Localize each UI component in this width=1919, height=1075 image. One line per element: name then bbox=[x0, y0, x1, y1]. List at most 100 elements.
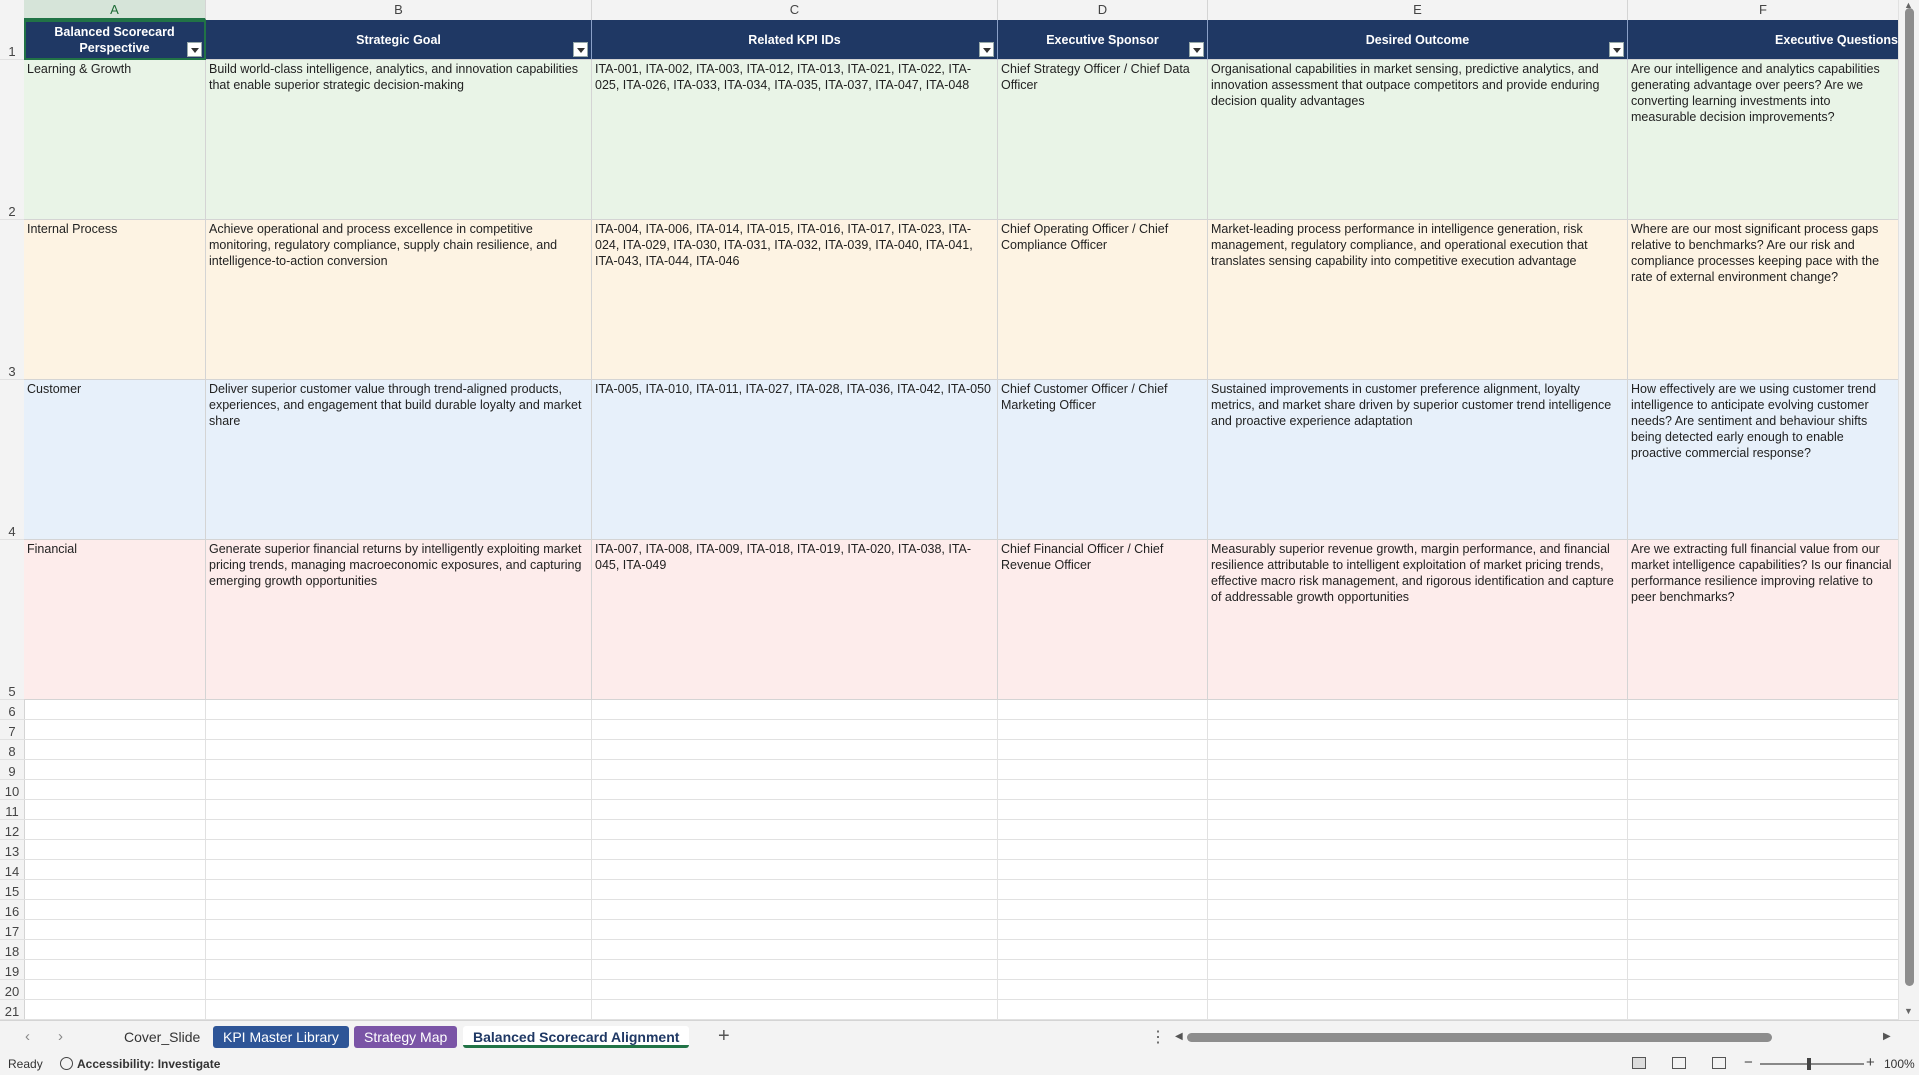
status-ready: Ready bbox=[8, 1057, 43, 1071]
zoom-slider[interactable] bbox=[1760, 1063, 1864, 1065]
add-sheet-icon[interactable]: + bbox=[718, 1025, 730, 1048]
cell-executive-questions[interactable]: How effectively are we using customer tr… bbox=[1628, 380, 1899, 540]
cell-perspective[interactable]: Learning & Growth bbox=[24, 60, 206, 220]
row-header-18[interactable]: 18 bbox=[0, 940, 24, 960]
status-bar: Ready Accessibility: Investigate − + 100… bbox=[0, 1053, 1919, 1075]
cell-perspective[interactable]: Customer bbox=[24, 380, 206, 540]
row-header-20[interactable]: 20 bbox=[0, 980, 24, 1000]
sheet-tab-kpi-master-library[interactable]: KPI Master Library bbox=[213, 1026, 349, 1048]
filter-dropdown-icon[interactable] bbox=[1189, 42, 1204, 57]
row-header-2[interactable]: 2 bbox=[0, 60, 24, 220]
column-header-b[interactable]: B bbox=[206, 0, 592, 20]
header-label-strategic-goal: Strategic Goal bbox=[356, 32, 441, 47]
cell-perspective[interactable]: Internal Process bbox=[24, 220, 206, 380]
scroll-right-arrow-icon[interactable]: ▶ bbox=[1883, 1031, 1891, 1042]
cell-related-kpi-ids[interactable]: ITA-004, ITA-006, ITA-014, ITA-015, ITA-… bbox=[592, 220, 998, 380]
column-header-bar: A B C D E F bbox=[0, 0, 1899, 21]
row-header-3[interactable]: 3 bbox=[0, 220, 24, 380]
column-header-e[interactable]: E bbox=[1208, 0, 1628, 20]
column-header-a[interactable]: A bbox=[24, 0, 206, 20]
row-header-8[interactable]: 8 bbox=[0, 740, 24, 760]
column-header-f[interactable]: F bbox=[1628, 0, 1899, 20]
row-header-13[interactable]: 13 bbox=[0, 840, 24, 860]
select-all-corner[interactable] bbox=[0, 0, 25, 20]
row-header-19[interactable]: 19 bbox=[0, 960, 24, 980]
horizontal-scrollbar[interactable]: ◀ ▶ bbox=[1175, 1031, 1895, 1043]
filter-dropdown-icon[interactable] bbox=[187, 42, 202, 57]
normal-view-icon[interactable] bbox=[1632, 1057, 1646, 1069]
row-header-14[interactable]: 14 bbox=[0, 860, 24, 880]
cell-perspective[interactable]: Financial bbox=[24, 540, 206, 700]
header-cell-executive-questions[interactable]: Executive Questions bbox=[1628, 20, 1899, 60]
header-label-desired-outcome: Desired Outcome bbox=[1365, 32, 1470, 47]
prev-sheet-arrow-icon[interactable]: ‹ bbox=[25, 1028, 30, 1045]
zoom-in-icon[interactable]: + bbox=[1866, 1054, 1875, 1071]
row-header-5[interactable]: 5 bbox=[0, 540, 24, 700]
cell-desired-outcome[interactable]: Sustained improvements in customer prefe… bbox=[1208, 380, 1628, 540]
filter-dropdown-icon[interactable] bbox=[1609, 42, 1624, 57]
row-header-12[interactable]: 12 bbox=[0, 820, 24, 840]
cell-executive-sponsor[interactable]: Chief Strategy Officer / Chief Data Offi… bbox=[998, 60, 1208, 220]
header-cell-related-kpi-ids[interactable]: Related KPI IDs bbox=[592, 20, 998, 60]
zoom-level[interactable]: 100% bbox=[1884, 1057, 1915, 1071]
worksheet-grid[interactable]: A B C D E F 1 2 3 4 5 6 7 8 9 10 11 12 1… bbox=[0, 0, 1919, 1020]
cell-desired-outcome[interactable]: Market-leading process performance in in… bbox=[1208, 220, 1628, 380]
cell-desired-outcome[interactable]: Organisational capabilities in market se… bbox=[1208, 60, 1628, 220]
cell-related-kpi-ids[interactable]: ITA-007, ITA-008, ITA-009, ITA-018, ITA-… bbox=[592, 540, 998, 700]
header-label-perspective: Balanced Scorecard Perspective bbox=[54, 24, 175, 55]
row-header-9[interactable]: 9 bbox=[0, 760, 24, 780]
cell-strategic-goal[interactable]: Achieve operational and process excellen… bbox=[206, 220, 592, 380]
page-break-view-icon[interactable] bbox=[1712, 1057, 1726, 1069]
cell-executive-sponsor[interactable]: Chief Operating Officer / Chief Complian… bbox=[998, 220, 1208, 380]
header-label-related-kpi-ids: Related KPI IDs bbox=[748, 32, 841, 47]
zoom-slider-knob[interactable] bbox=[1807, 1058, 1811, 1070]
row-header-10[interactable]: 10 bbox=[0, 780, 24, 800]
scroll-left-arrow-icon[interactable]: ◀ bbox=[1175, 1031, 1183, 1042]
cell-executive-sponsor[interactable]: Chief Customer Officer / Chief Marketing… bbox=[998, 380, 1208, 540]
row-header-6[interactable]: 6 bbox=[0, 700, 24, 720]
row-header-bar: 1 2 3 4 5 6 7 8 9 10 11 12 13 14 15 16 1… bbox=[0, 20, 25, 1020]
cell-executive-questions[interactable]: Are our intelligence and analytics capab… bbox=[1628, 60, 1899, 220]
sheet-tab-balanced-scorecard-alignment[interactable]: Balanced Scorecard Alignment bbox=[463, 1026, 690, 1048]
column-header-c[interactable]: C bbox=[592, 0, 998, 20]
cell-strategic-goal[interactable]: Build world-class intelligence, analytic… bbox=[206, 60, 592, 220]
sheet-tab-bar: ‹ › Cover_Slide KPI Master Library Strat… bbox=[0, 1020, 1919, 1053]
scroll-down-arrow-icon[interactable]: ▼ bbox=[1904, 1006, 1913, 1016]
empty-rows-area[interactable] bbox=[24, 700, 1899, 1020]
row-header-15[interactable]: 15 bbox=[0, 880, 24, 900]
vertical-scroll-thumb[interactable] bbox=[1905, 8, 1914, 986]
row-header-21[interactable]: 21 bbox=[0, 1000, 24, 1020]
header-label-executive-sponsor: Executive Sponsor bbox=[1046, 32, 1159, 47]
cell-strategic-goal[interactable]: Deliver superior customer value through … bbox=[206, 380, 592, 540]
sheet-tab-cover-slide[interactable]: Cover_Slide bbox=[114, 1026, 210, 1048]
next-sheet-arrow-icon[interactable]: › bbox=[58, 1028, 63, 1045]
header-cell-desired-outcome[interactable]: Desired Outcome bbox=[1208, 20, 1628, 60]
vertical-scrollbar[interactable]: ▲ ▼ bbox=[1898, 0, 1919, 1020]
row-header-1[interactable]: 1 bbox=[0, 20, 24, 60]
cell-strategic-goal[interactable]: Generate superior financial returns by i… bbox=[206, 540, 592, 700]
sheet-tab-strategy-map[interactable]: Strategy Map bbox=[354, 1026, 458, 1048]
row-header-4[interactable]: 4 bbox=[0, 380, 24, 540]
filter-dropdown-icon[interactable] bbox=[573, 42, 588, 57]
row-header-7[interactable]: 7 bbox=[0, 720, 24, 740]
header-cell-strategic-goal[interactable]: Strategic Goal bbox=[206, 20, 592, 60]
row-header-17[interactable]: 17 bbox=[0, 920, 24, 940]
cell-executive-sponsor[interactable]: Chief Financial Officer / Chief Revenue … bbox=[998, 540, 1208, 700]
column-header-d[interactable]: D bbox=[998, 0, 1208, 20]
cell-related-kpi-ids[interactable]: ITA-001, ITA-002, ITA-003, ITA-012, ITA-… bbox=[592, 60, 998, 220]
row-header-16[interactable]: 16 bbox=[0, 900, 24, 920]
row-header-11[interactable]: 11 bbox=[0, 800, 24, 820]
page-layout-view-icon[interactable] bbox=[1672, 1057, 1686, 1069]
cell-executive-questions[interactable]: Where are our most significant process g… bbox=[1628, 220, 1899, 380]
accessibility-status[interactable]: Accessibility: Investigate bbox=[60, 1057, 220, 1071]
zoom-out-icon[interactable]: − bbox=[1744, 1054, 1753, 1071]
header-label-executive-questions: Executive Questions bbox=[1775, 32, 1898, 47]
filter-dropdown-icon[interactable] bbox=[979, 42, 994, 57]
cell-executive-questions[interactable]: Are we extracting full financial value f… bbox=[1628, 540, 1899, 700]
horizontal-scroll-thumb[interactable] bbox=[1187, 1033, 1772, 1042]
cell-desired-outcome[interactable]: Measurably superior revenue growth, marg… bbox=[1208, 540, 1628, 700]
cell-related-kpi-ids[interactable]: ITA-005, ITA-010, ITA-011, ITA-027, ITA-… bbox=[592, 380, 998, 540]
header-cell-perspective[interactable]: Balanced Scorecard Perspective bbox=[24, 20, 206, 60]
header-cell-executive-sponsor[interactable]: Executive Sponsor bbox=[998, 20, 1208, 60]
more-options-icon[interactable]: ⋮ bbox=[1150, 1027, 1166, 1047]
